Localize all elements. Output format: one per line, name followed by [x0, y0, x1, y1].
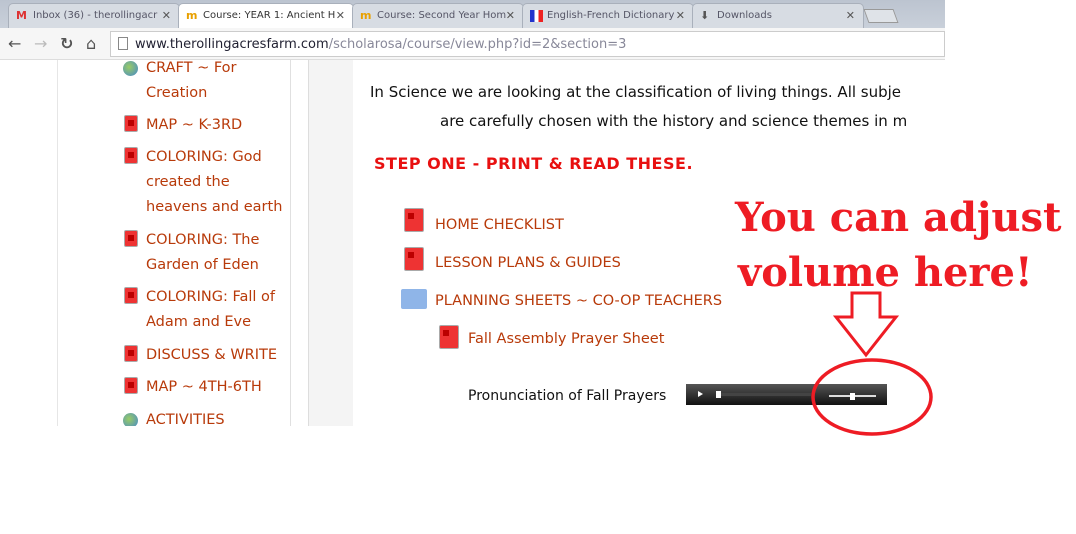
planning-sheets-folder[interactable]: PLANNING SHEETS ~ CO-OP TEACHERS — [435, 293, 722, 309]
sidebar-item-craft[interactable]: CRAFT ~ For Creation — [146, 60, 256, 106]
close-icon[interactable]: ✕ — [506, 9, 515, 22]
lesson-plans-link[interactable]: LESSON PLANS & GUIDES — [435, 255, 621, 271]
moodle-icon: m — [186, 9, 198, 22]
tab-dictionary[interactable]: English-French Dictionary ✕ — [522, 3, 694, 28]
tab-downloads[interactable]: ⬇ Downloads ✕ — [692, 3, 864, 28]
folder-icon — [401, 289, 427, 309]
pdf-icon — [439, 325, 459, 349]
address-bar[interactable]: www.therollingacresfarm.com/scholarosa/c… — [110, 31, 945, 57]
play-icon[interactable] — [698, 391, 703, 397]
volume-handle[interactable] — [850, 393, 855, 400]
pdf-icon — [404, 208, 424, 232]
forward-icon[interactable]: → — [34, 34, 47, 53]
sidebar-item-coloring-god[interactable]: COLORING: God created the heavens and ea… — [146, 145, 286, 220]
home-checklist-link[interactable]: HOME CHECKLIST — [435, 217, 564, 233]
sidebar-item-activities[interactable]: ACTIVITIES — [146, 408, 290, 426]
intro-text: In Science we are looking at the classif… — [370, 83, 908, 130]
sidebar-item-discuss[interactable]: DISCUSS & WRITE — [146, 343, 290, 368]
new-tab-button[interactable] — [863, 9, 899, 23]
seek-handle[interactable] — [716, 391, 721, 398]
browser-toolbar: ← → ↻ ⌂ www.therollingacresfarm.com/scho… — [0, 28, 945, 60]
sidebar-item-coloring-fall[interactable]: COLORING: Fall of Adam and Eve — [146, 285, 281, 335]
close-icon[interactable]: ✕ — [676, 9, 685, 22]
page-icon — [118, 37, 128, 50]
sidebar-item-coloring-eden[interactable]: COLORING: The Garden of Eden — [146, 228, 271, 278]
home-icon[interactable]: ⌂ — [86, 34, 96, 53]
close-icon[interactable]: ✕ — [336, 9, 345, 22]
gmail-icon: M — [16, 9, 27, 22]
pdf-icon — [124, 345, 138, 362]
pdf-icon — [404, 247, 424, 271]
reload-icon[interactable]: ↻ — [60, 34, 73, 53]
annotation-text: You can adjust volume here! — [735, 194, 1062, 296]
globe-icon — [123, 413, 138, 426]
flag-icon — [530, 10, 543, 22]
pdf-icon — [124, 287, 138, 304]
sidebar: CRAFT ~ For Creation MAP ~ K-3RD COLORIN… — [57, 60, 291, 426]
audio-player — [686, 384, 887, 405]
step-heading: STEP ONE - PRINT & READ THESE. — [374, 154, 694, 173]
sidebar-gutter — [291, 60, 309, 426]
pdf-icon — [124, 230, 138, 247]
close-icon[interactable]: ✕ — [162, 9, 171, 22]
moodle-icon: m — [360, 9, 372, 22]
sidebar-item-map-k3[interactable]: MAP ~ K-3RD — [146, 113, 290, 138]
sidebar-item-map-4-6[interactable]: MAP ~ 4TH-6TH — [146, 375, 290, 400]
tab-course-year1[interactable]: m Course: YEAR 1: Ancient H ✕ — [178, 3, 354, 28]
content-margin — [309, 60, 353, 426]
tab-gmail[interactable]: M Inbox (36) - therollingacr ✕ — [8, 3, 180, 28]
seek-slider[interactable] — [716, 391, 811, 398]
back-icon[interactable]: ← — [8, 34, 21, 53]
pdf-icon — [124, 377, 138, 394]
globe-icon — [123, 61, 138, 76]
pdf-icon — [124, 147, 138, 164]
close-icon[interactable]: ✕ — [846, 9, 855, 22]
tab-course-year2[interactable]: m Course: Second Year Hom ✕ — [352, 3, 524, 28]
download-icon: ⬇ — [700, 9, 710, 22]
tab-bar: M Inbox (36) - therollingacr ✕ m Course: YE… — [0, 0, 945, 28]
prayer-sheet-link[interactable]: Fall Assembly Prayer Sheet — [468, 331, 664, 347]
pdf-icon — [124, 115, 138, 132]
volume-slider[interactable] — [829, 393, 876, 400]
audio-label: Pronunciation of Fall Prayers — [468, 388, 667, 404]
